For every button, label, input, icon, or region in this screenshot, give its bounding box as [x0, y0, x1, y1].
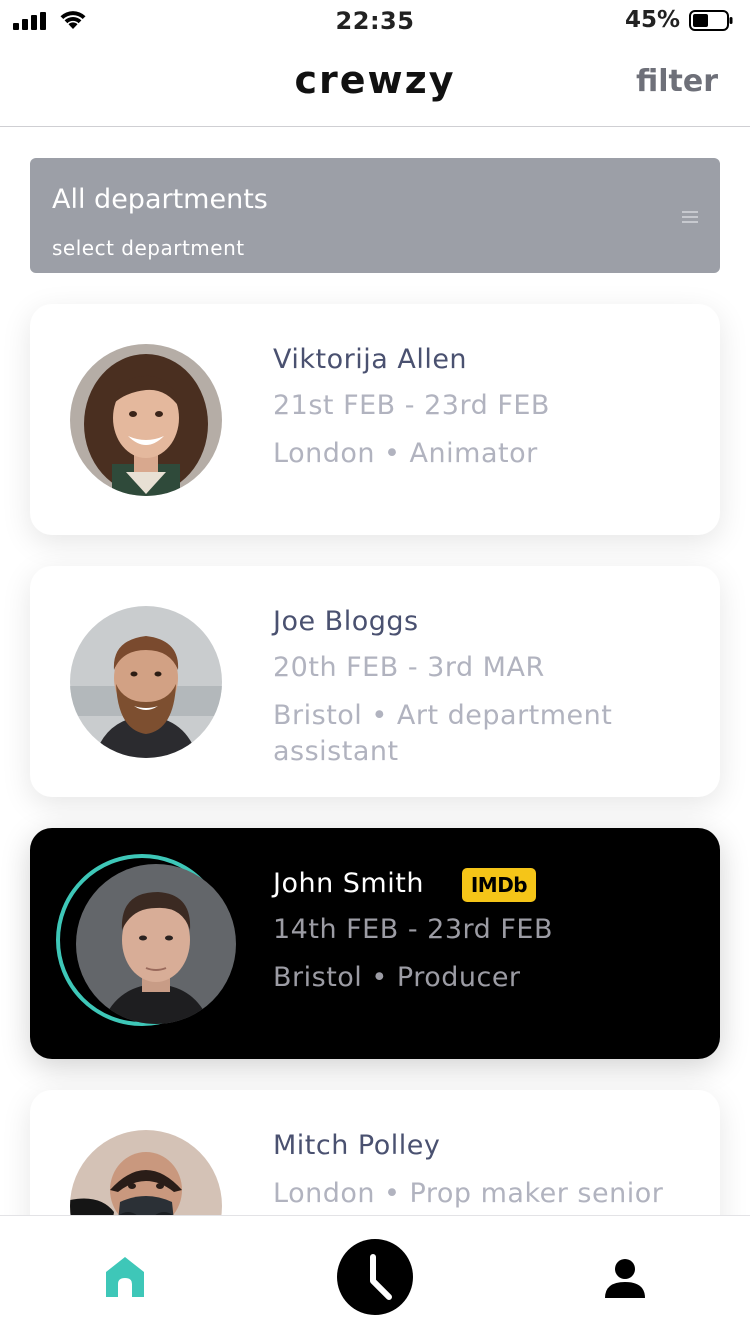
person-details: London • Animator — [273, 438, 538, 469]
battery-percent: 45% — [624, 7, 680, 33]
person-card-selected[interactable]: John Smith IMDb 14th FEB - 23rd FEB Bris… — [30, 828, 720, 1059]
profile-icon[interactable] — [604, 1258, 646, 1298]
avatar — [70, 606, 222, 758]
person-details: London • Prop maker senior — [273, 1178, 664, 1209]
department-dropdown[interactable]: All departments select department — [30, 158, 720, 273]
battery-icon — [689, 10, 733, 31]
avatar — [70, 344, 222, 496]
person-name: John Smith — [273, 868, 424, 899]
home-icon[interactable] — [105, 1256, 145, 1298]
imdb-badge[interactable]: IMDb — [462, 868, 536, 902]
status-bar: 22:35 45% — [0, 0, 750, 40]
avatar — [76, 864, 236, 1024]
department-title: All departments — [52, 184, 268, 215]
person-details: Bristol • Producer — [273, 962, 521, 993]
person-details: Bristol • Art department assistant — [273, 700, 613, 767]
person-name: Joe Bloggs — [273, 606, 419, 637]
person-name: Mitch Polley — [273, 1130, 441, 1161]
clock-icon[interactable] — [337, 1239, 413, 1315]
nav-bar: crewzy filter — [0, 40, 750, 127]
person-card[interactable]: Joe Bloggs 20th FEB - 3rd MAR Bristol • … — [30, 566, 720, 797]
person-dates: 20th FEB - 3rd MAR — [273, 652, 545, 683]
person-card[interactable]: Viktorija Allen 21st FEB - 23rd FEB Lond… — [30, 304, 720, 535]
filter-button[interactable]: filter — [636, 64, 718, 99]
tab-bar — [0, 1215, 750, 1335]
person-dates: 14th FEB - 23rd FEB — [273, 914, 553, 945]
person-name: Viktorija Allen — [273, 344, 468, 375]
person-dates: 21st FEB - 23rd FEB — [273, 390, 550, 421]
menu-icon — [682, 211, 698, 224]
department-subtitle: select department — [52, 236, 245, 260]
